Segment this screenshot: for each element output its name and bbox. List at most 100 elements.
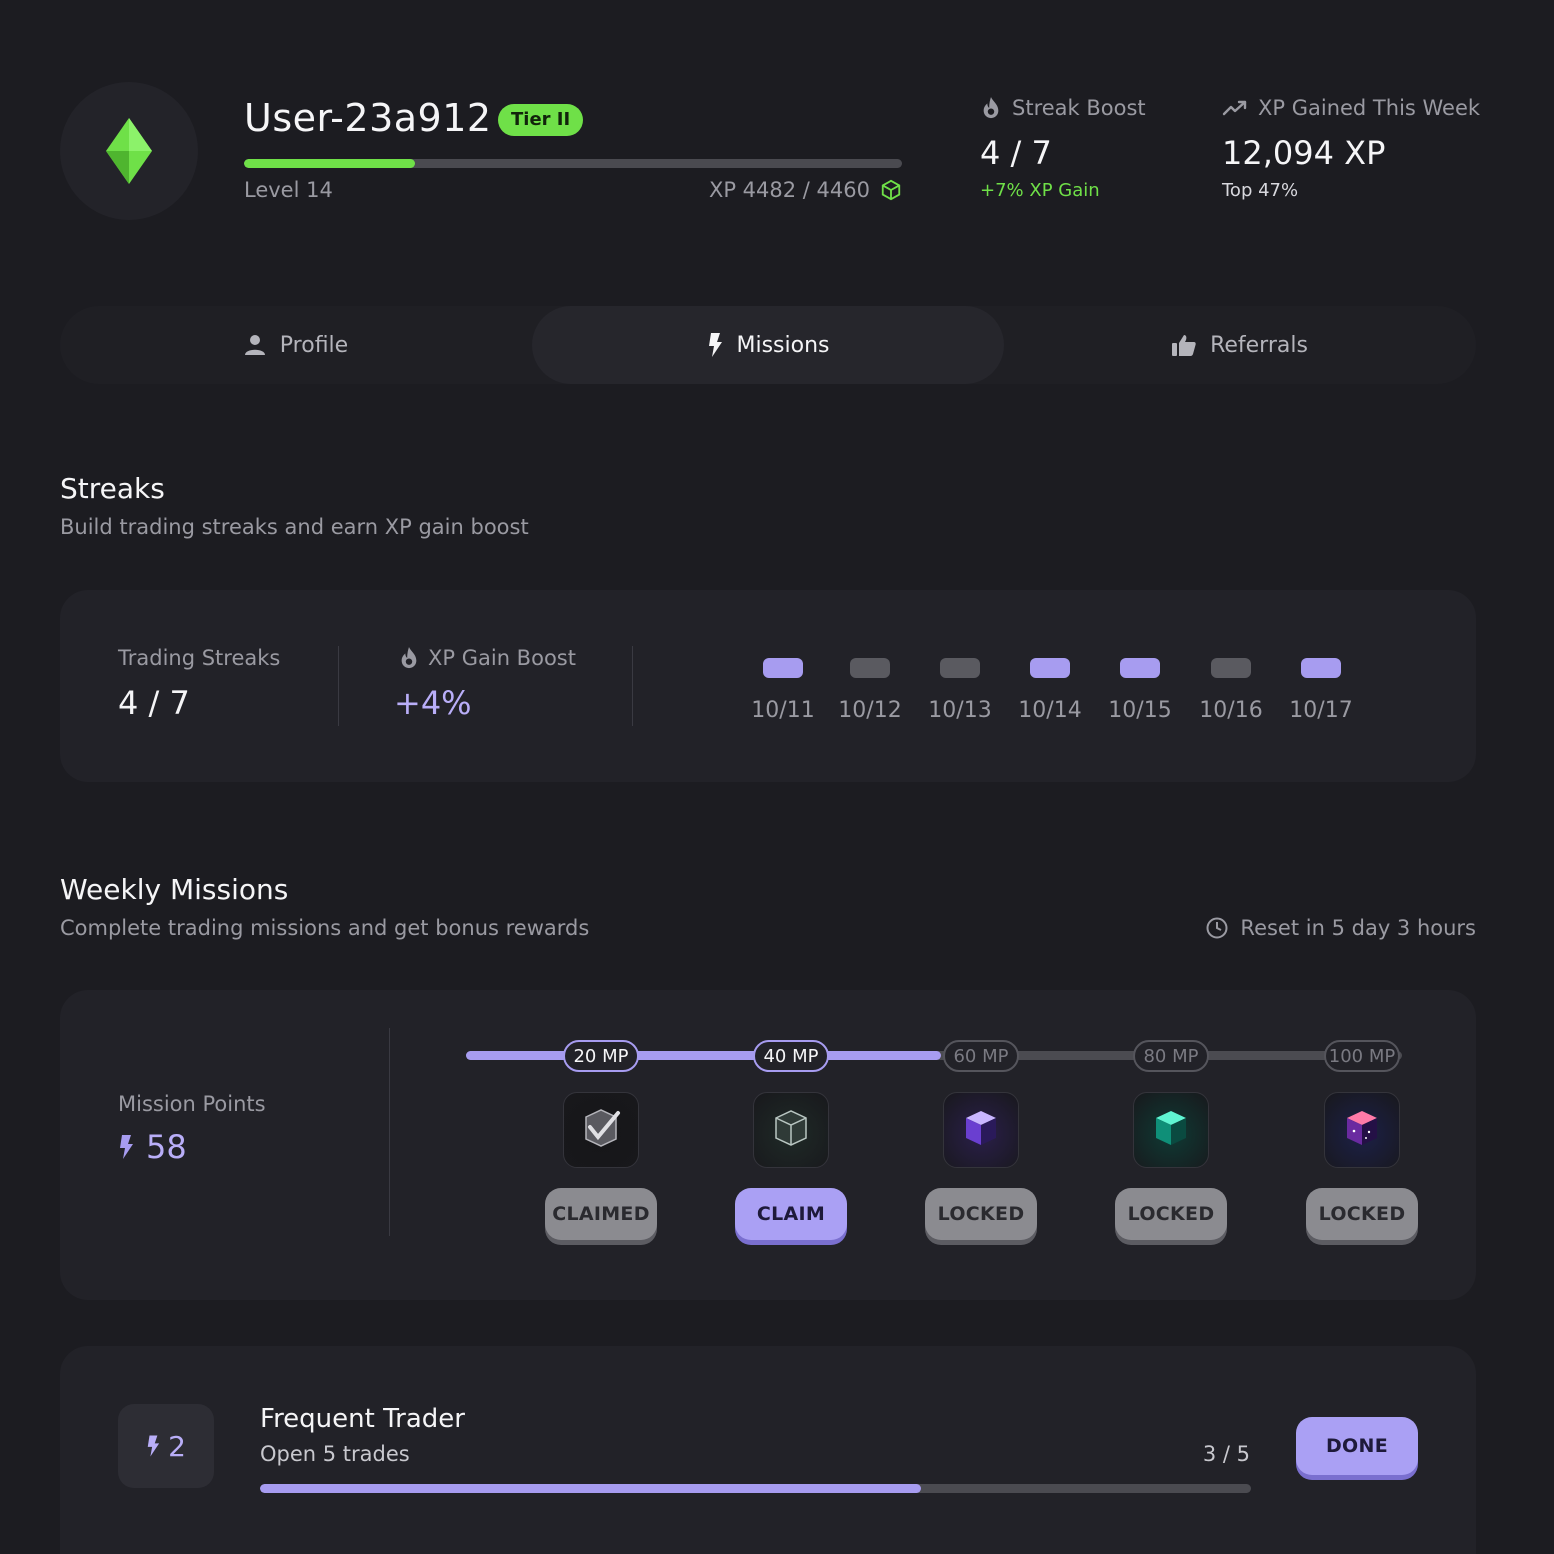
- xp-gain-boost-value: +4%: [394, 684, 472, 722]
- milestone-marker: 20 MP: [563, 1040, 639, 1072]
- mission-progress-text: 3 / 5: [1202, 1442, 1250, 1466]
- streak-day: 10/11: [748, 658, 818, 723]
- tab-profile[interactable]: Profile: [60, 306, 532, 384]
- xp-count-text: XP 4482 / 4460: [708, 178, 870, 202]
- streak-day-date: 10/12: [838, 698, 902, 723]
- trading-streaks-label: Trading Streaks: [118, 646, 281, 670]
- weekly-missions-subtitle: Complete trading missions and get bonus …: [60, 916, 590, 940]
- mission-desc: Open 5 trades: [260, 1442, 410, 1466]
- claimed-button: CLAIMED: [545, 1188, 657, 1240]
- level-progress-fill: [244, 159, 416, 168]
- diamond-icon: [106, 118, 152, 184]
- galaxy-cube-icon: [1339, 1105, 1385, 1155]
- xp-gain-boost: XP Gain Boost +4%: [394, 646, 576, 722]
- streak-day: 10/15: [1105, 658, 1175, 723]
- streak-day-date: 10/16: [1199, 698, 1263, 723]
- mission-points-badge-value: 2: [168, 1429, 186, 1463]
- lightning-icon: [708, 333, 722, 357]
- mission-progress-bar: [260, 1484, 1251, 1493]
- claim-button[interactable]: CLAIM: [735, 1188, 847, 1240]
- done-button[interactable]: DONE: [1296, 1417, 1418, 1475]
- streak-day-date: 10/13: [928, 698, 992, 723]
- reset-timer: Reset in 5 day 3 hours: [1206, 916, 1476, 940]
- xp-gain-boost-label: XP Gain Boost: [428, 646, 576, 670]
- tab-missions-label: Missions: [736, 332, 830, 358]
- mission-points: Mission Points 58: [118, 1092, 266, 1166]
- level-progress-bar: [244, 159, 902, 168]
- mission-points-value: 58: [146, 1128, 187, 1166]
- streak-day-date: 10/14: [1018, 698, 1082, 723]
- thumbs-up-icon: [1172, 335, 1196, 356]
- streaks-subtitle: Build trading streaks and earn XP gain b…: [60, 515, 529, 539]
- streak-day-date: 10/15: [1108, 698, 1172, 723]
- divider: [338, 646, 339, 726]
- mission-points-label: Mission Points: [118, 1092, 266, 1116]
- lightning-icon: [147, 1435, 160, 1457]
- user-icon: [244, 335, 265, 355]
- xp-week-stat: XP Gained This Week 12,094 XP Top 47%: [1222, 96, 1480, 201]
- check-cube-icon: [578, 1105, 624, 1155]
- divider: [632, 646, 633, 726]
- reward-box: [1324, 1092, 1400, 1168]
- reward-box: [1133, 1092, 1209, 1168]
- xp-count: XP 4482 / 4460: [709, 178, 902, 202]
- glass-cube-icon: [768, 1105, 814, 1155]
- milestone-marker: 60 MP: [943, 1040, 1019, 1072]
- cube-icon: [881, 179, 901, 201]
- trending-up-icon: [1222, 100, 1247, 116]
- reward-box: [563, 1092, 639, 1168]
- avatar: [60, 82, 198, 220]
- streak-day-active-marker: [763, 658, 803, 678]
- streak-boost-label: Streak Boost: [1012, 96, 1146, 120]
- tab-bar: Profile Missions Referrals: [60, 306, 1476, 384]
- clock-icon: [1206, 917, 1228, 939]
- tab-profile-label: Profile: [279, 332, 349, 358]
- reset-timer-text: Reset in 5 day 3 hours: [1240, 916, 1476, 940]
- xp-week-label: XP Gained This Week: [1258, 96, 1481, 120]
- streak-day-inactive-marker: [850, 658, 890, 678]
- streak-boost-sub: +7% XP Gain: [980, 180, 1100, 201]
- username: User-23a912: [244, 96, 492, 140]
- streak-day: 10/13: [925, 658, 995, 723]
- streak-day-date: 10/11: [751, 698, 815, 723]
- mission-progress-fill: [260, 1484, 921, 1493]
- reward-box: [753, 1092, 829, 1168]
- locked-button: LOCKED: [1306, 1188, 1418, 1240]
- streak-day: 10/14: [1015, 658, 1085, 723]
- streak-day: 10/16: [1196, 658, 1266, 723]
- tab-referrals-label: Referrals: [1210, 332, 1308, 358]
- mission-title: Frequent Trader: [260, 1404, 465, 1434]
- streak-boost-value: 4 / 7: [980, 134, 1052, 172]
- purple-cube-icon: [958, 1105, 1004, 1155]
- xp-week-value: 12,094 XP: [1222, 134, 1386, 172]
- mission-track-fill: [466, 1051, 942, 1060]
- streak-day-date: 10/17: [1289, 698, 1353, 723]
- flame-icon: [983, 97, 999, 119]
- mission-points-badge: 2: [118, 1404, 214, 1488]
- streak-day: 10/17: [1286, 658, 1356, 723]
- milestone-marker: 40 MP: [753, 1040, 829, 1072]
- streak-day-active-marker: [1120, 658, 1160, 678]
- streak-day-active-marker: [1030, 658, 1070, 678]
- milestone-marker: 80 MP: [1133, 1040, 1209, 1072]
- streak-day-inactive-marker: [940, 658, 980, 678]
- xp-week-sub: Top 47%: [1222, 180, 1299, 201]
- lightning-icon: [120, 1135, 133, 1159]
- streak-boost-stat: Streak Boost 4 / 7 +7% XP Gain: [980, 96, 1146, 201]
- streak-day: 10/12: [835, 658, 905, 723]
- trading-streaks: Trading Streaks 4 / 7: [118, 646, 280, 722]
- streaks-title: Streaks: [60, 472, 165, 505]
- level-label: Level 14: [244, 178, 333, 202]
- reward-box: [943, 1092, 1019, 1168]
- locked-button: LOCKED: [1115, 1188, 1227, 1240]
- streak-day-active-marker: [1301, 658, 1341, 678]
- tab-missions[interactable]: Missions: [532, 306, 1004, 384]
- tier-badge: Tier II: [498, 104, 584, 136]
- streak-day-inactive-marker: [1211, 658, 1251, 678]
- weekly-missions-title: Weekly Missions: [60, 873, 289, 906]
- tab-referrals[interactable]: Referrals: [1004, 306, 1476, 384]
- milestone-marker: 100 MP: [1324, 1040, 1400, 1072]
- divider: [389, 1028, 390, 1236]
- locked-button: LOCKED: [925, 1188, 1037, 1240]
- trading-streaks-value: 4 / 7: [118, 684, 190, 722]
